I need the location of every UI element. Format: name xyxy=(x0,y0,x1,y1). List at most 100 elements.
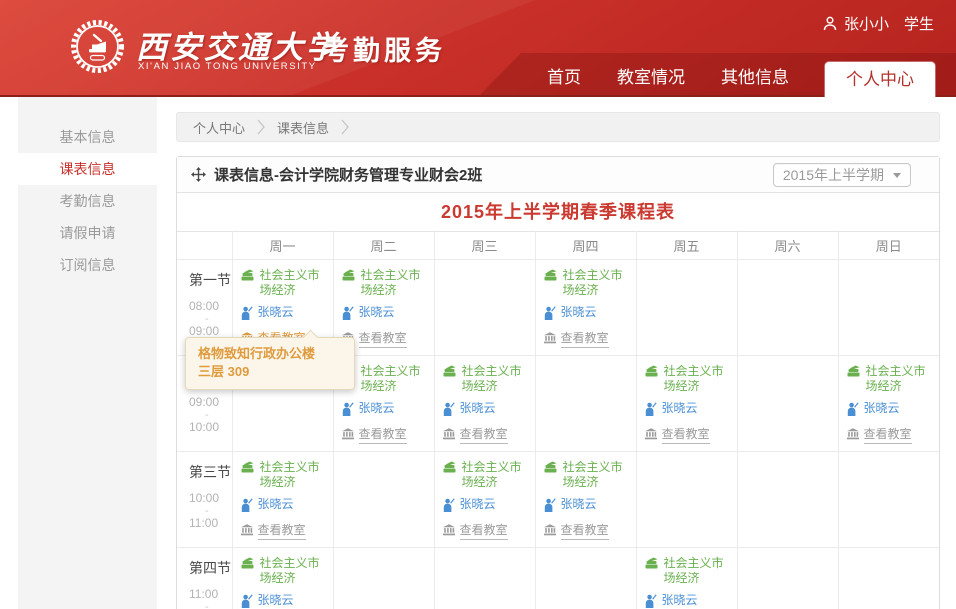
period-label: 第四节 xyxy=(189,558,232,578)
course-icon xyxy=(544,269,558,285)
view-classroom-link[interactable]: 查看教室 xyxy=(359,427,407,444)
course-name: 社会主义市场经济 xyxy=(241,460,328,490)
nav-item-home[interactable]: 首页 xyxy=(547,61,581,97)
time-dash: - xyxy=(189,413,232,418)
classroom-building-icon xyxy=(443,524,455,540)
empty-cell xyxy=(636,452,737,548)
classroom-building-icon xyxy=(847,428,859,444)
chevron-right-icon xyxy=(257,119,265,135)
empty-cell xyxy=(535,356,636,452)
course-teacher[interactable]: 张晓云 xyxy=(645,401,732,420)
nav-item-personal-center[interactable]: 个人中心 xyxy=(825,62,935,99)
classroom-building-icon xyxy=(544,524,556,540)
sidebar-item-subscription-info[interactable]: 订阅信息 xyxy=(18,249,157,281)
tooltip-room: 三层 309 xyxy=(198,363,342,381)
empty-cell xyxy=(737,356,838,452)
app-title: 考勤服务 xyxy=(322,29,446,68)
period-start-time: 11:00 xyxy=(189,587,232,601)
semester-dropdown[interactable]: 2015年上半学期 xyxy=(773,163,911,187)
course-icon xyxy=(342,269,356,285)
teacher-icon xyxy=(241,306,253,324)
view-classroom-link[interactable]: 查看教室 xyxy=(258,523,306,540)
course-teacher[interactable]: 张晓云 xyxy=(342,401,429,420)
course-teacher[interactable]: 张晓云 xyxy=(241,593,328,609)
period-cell: 第四节11:00-12:00 xyxy=(177,548,232,609)
course-cell: 社会主义市场经济张晓云查看教室 xyxy=(636,548,737,609)
course-teacher[interactable]: 张晓云 xyxy=(342,305,429,324)
nav-item-classrooms[interactable]: 教室情况 xyxy=(617,61,685,97)
view-classroom-link[interactable]: 查看教室 xyxy=(359,331,407,348)
classroom-building-icon xyxy=(544,332,556,348)
timetable-body: 第一节08:00-09:00社会主义市场经济张晓云查看教室社会主义市场经济张晓云… xyxy=(177,260,939,609)
period-cell: 第三节10:00-11:00 xyxy=(177,452,232,548)
day-header-mon: 周一 xyxy=(232,232,333,260)
course-teacher[interactable]: 张晓云 xyxy=(443,497,530,516)
time-dash: - xyxy=(189,509,232,514)
course-cell: 社会主义市场经济张晓云查看教室 xyxy=(434,356,535,452)
day-header-sun: 周日 xyxy=(838,232,939,260)
empty-cell xyxy=(535,548,636,609)
timetable-header-row: 周一 周二 周三 周四 周五 周六 周日 xyxy=(177,232,939,260)
user-menu[interactable]: 张小小 学生 xyxy=(823,13,934,34)
course-cell: 社会主义市场经济张晓云查看教室 xyxy=(535,452,636,548)
teacher-icon xyxy=(241,498,253,516)
view-classroom-link[interactable]: 查看教室 xyxy=(662,427,710,444)
course-icon xyxy=(443,365,457,381)
sidebar-item-basic-info[interactable]: 基本信息 xyxy=(18,121,157,153)
sidebar-item-attendance-info[interactable]: 考勤信息 xyxy=(18,185,157,217)
empty-cell xyxy=(333,548,434,609)
day-header-sat: 周六 xyxy=(737,232,838,260)
course-room: 查看教室 xyxy=(342,427,429,444)
course-name: 社会主义市场经济 xyxy=(241,268,328,298)
breadcrumb-personal-center[interactable]: 个人中心 xyxy=(193,118,245,137)
course-teacher[interactable]: 张晓云 xyxy=(241,497,328,516)
empty-cell xyxy=(737,548,838,609)
course-name: 社会主义市场经济 xyxy=(443,460,530,490)
teacher-icon xyxy=(342,306,354,324)
course-room: 查看教室 xyxy=(544,331,631,348)
period-label: 第一节 xyxy=(189,270,232,290)
tooltip-building: 格物致知行政办公楼 xyxy=(198,345,342,363)
classroom-building-icon xyxy=(241,524,253,540)
timetable-row: 第三节10:00-11:00社会主义市场经济张晓云查看教室社会主义市场经济张晓云… xyxy=(177,452,939,548)
course-room: 查看教室 xyxy=(544,523,631,540)
view-classroom-link[interactable]: 查看教室 xyxy=(561,523,609,540)
time-dash: - xyxy=(189,317,232,322)
classroom-building-icon xyxy=(645,428,657,444)
view-classroom-link[interactable]: 查看教室 xyxy=(864,427,912,444)
course-teacher[interactable]: 张晓云 xyxy=(443,401,530,420)
course-cell: 社会主义市场经济张晓云查看教室 xyxy=(434,452,535,548)
course-cell: 社会主义市场经济张晓云查看教室 xyxy=(232,548,333,609)
view-classroom-link[interactable]: 查看教室 xyxy=(561,331,609,348)
course-icon xyxy=(645,557,659,573)
course-icon xyxy=(241,461,255,477)
period-start-time: 09:00 xyxy=(189,395,232,409)
view-classroom-link[interactable]: 查看教室 xyxy=(460,523,508,540)
empty-cell xyxy=(434,260,535,356)
nav-item-other[interactable]: 其他信息 xyxy=(721,61,789,97)
course-icon xyxy=(443,461,457,477)
empty-cell xyxy=(333,452,434,548)
time-dash: - xyxy=(189,605,232,609)
course-name: 社会主义市场经济 xyxy=(342,268,429,298)
course-name: 社会主义市场经济 xyxy=(241,556,328,586)
move-handle-icon[interactable] xyxy=(191,167,206,182)
teacher-icon xyxy=(342,402,354,420)
sidebar-item-leave-request[interactable]: 请假申请 xyxy=(18,217,157,249)
teacher-icon xyxy=(241,594,253,609)
timetable-title: 2015年上半学期春季课程表 xyxy=(177,193,939,231)
course-room: 查看教室 xyxy=(645,427,732,444)
course-teacher[interactable]: 张晓云 xyxy=(645,593,732,609)
course-teacher[interactable]: 张晓云 xyxy=(241,305,328,324)
course-teacher[interactable]: 张晓云 xyxy=(847,401,935,420)
sidebar-item-timetable-info[interactable]: 课表信息 xyxy=(18,153,157,185)
breadcrumb-timetable-info[interactable]: 课表信息 xyxy=(277,118,329,137)
teacher-icon xyxy=(645,402,657,420)
view-classroom-link[interactable]: 查看教室 xyxy=(460,427,508,444)
day-header-thu: 周四 xyxy=(535,232,636,260)
course-teacher[interactable]: 张晓云 xyxy=(544,305,631,324)
empty-cell xyxy=(838,260,939,356)
course-teacher[interactable]: 张晓云 xyxy=(544,497,631,516)
course-name: 社会主义市场经济 xyxy=(544,460,631,490)
period-label: 第三节 xyxy=(189,462,232,482)
